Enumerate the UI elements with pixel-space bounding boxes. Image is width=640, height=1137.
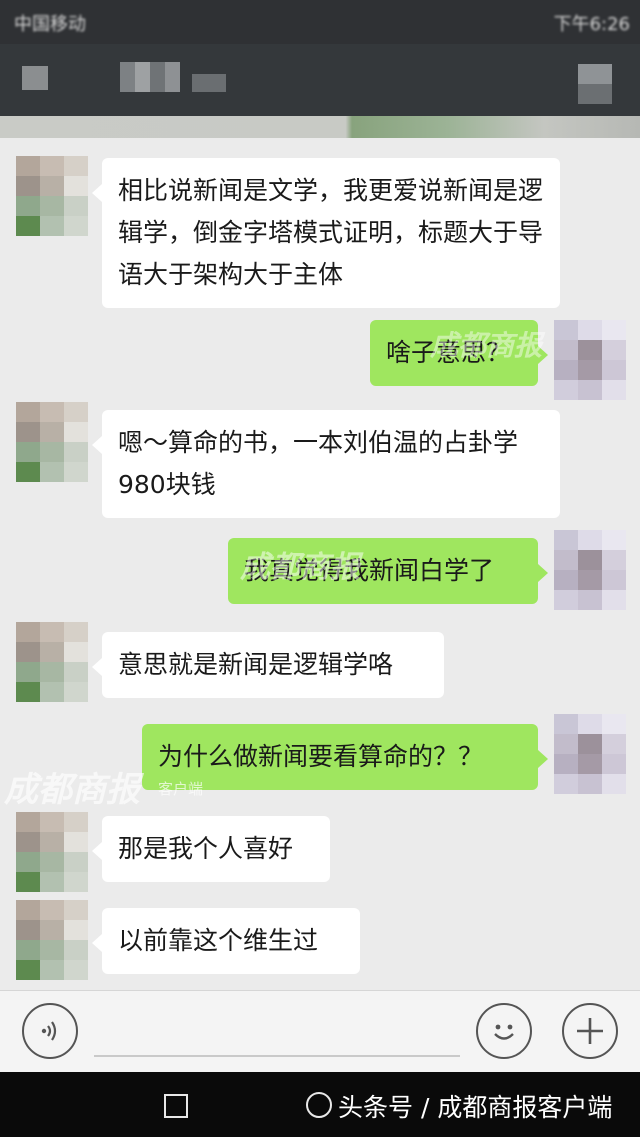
voice-button[interactable] bbox=[22, 1003, 78, 1059]
my-avatar[interactable] bbox=[554, 320, 626, 400]
voice-icon bbox=[41, 1021, 57, 1041]
contact-avatar[interactable] bbox=[16, 900, 88, 980]
contact-avatar[interactable] bbox=[16, 622, 88, 702]
title-blur bbox=[192, 74, 226, 92]
emoji-icon bbox=[494, 1024, 514, 1040]
back-button[interactable] bbox=[22, 66, 48, 90]
chat-header bbox=[0, 44, 640, 116]
sent-message[interactable]: 我真觉得我新闻白学了 bbox=[228, 538, 548, 604]
contact-avatar[interactable] bbox=[16, 402, 88, 482]
contact-avatar[interactable] bbox=[16, 156, 88, 236]
received-message[interactable]: 那是我个人喜好 bbox=[92, 816, 330, 882]
received-message[interactable]: 相比说新闻是文学，我更爱说新闻是逻辑学，倒金字塔模式证明，标题大于导语大于架构大… bbox=[92, 158, 560, 308]
carrier-text: 中国移动 bbox=[14, 14, 86, 35]
my-avatar[interactable] bbox=[554, 714, 626, 794]
plus-icon bbox=[577, 1018, 603, 1044]
emoji-button[interactable] bbox=[476, 1003, 532, 1059]
watermark-logo: 成都商报 bbox=[4, 770, 140, 810]
received-message[interactable]: 嗯～算命的书，一本刘伯温的占卦学980块钱 bbox=[92, 410, 560, 518]
watermark-sub: 客户端 bbox=[158, 780, 204, 798]
recent-apps-button[interactable] bbox=[164, 1094, 188, 1118]
more-button[interactable] bbox=[562, 1003, 618, 1059]
header-strip bbox=[0, 116, 640, 138]
home-button[interactable] bbox=[306, 1092, 332, 1118]
status-bar: 中国移动 下午6:26 bbox=[0, 0, 640, 44]
source-caption: 头条号 / 成都商报客户端 bbox=[338, 1093, 613, 1122]
received-message[interactable]: 意思就是新闻是逻辑学咯 bbox=[92, 632, 444, 698]
message-input[interactable] bbox=[94, 1001, 460, 1057]
chat-area[interactable]: 相比说新闻是文学，我更爱说新闻是逻辑学，倒金字塔模式证明，标题大于导语大于架构大… bbox=[0, 138, 640, 990]
profile-button[interactable] bbox=[578, 64, 612, 104]
input-bar bbox=[0, 990, 640, 1072]
sent-message[interactable]: 啥子意思？ bbox=[370, 320, 548, 386]
contact-avatar[interactable] bbox=[16, 812, 88, 892]
clock-text: 下午6:26 bbox=[553, 14, 630, 35]
my-avatar[interactable] bbox=[554, 530, 626, 610]
received-message[interactable]: 以前靠这个维生过 bbox=[92, 908, 360, 974]
chat-title bbox=[120, 62, 180, 92]
navigation-bar: 头条号 / 成都商报客户端 bbox=[0, 1072, 640, 1137]
